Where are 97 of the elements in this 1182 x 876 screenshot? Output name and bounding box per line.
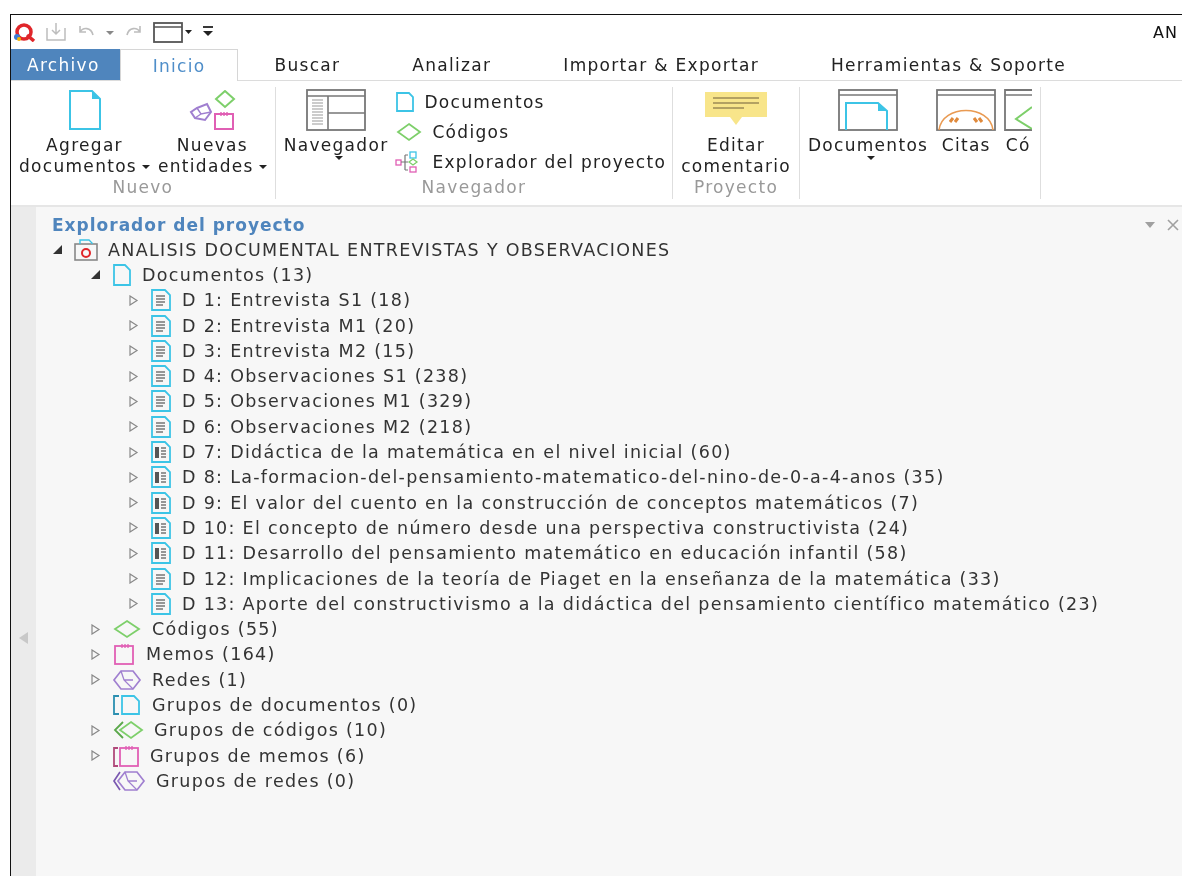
collapsed-arrow-icon[interactable]	[90, 674, 101, 686]
expanded-arrow-icon[interactable]	[52, 244, 63, 256]
collapsed-arrow-icon[interactable]	[128, 395, 139, 407]
tree-item[interactable]: Memos (164)	[90, 641, 1182, 668]
ribbon-button[interactable]: Nuevas entidades	[156, 87, 269, 177]
collapsed-arrow-icon[interactable]	[128, 345, 139, 357]
hexagon-icon	[112, 668, 142, 691]
window-title: AN	[1153, 22, 1178, 42]
tree-item[interactable]: D 3: Entrevista M2 (15)	[128, 338, 1182, 364]
tree-item[interactable]: D 1: Entrevista S1 (18)	[128, 287, 1182, 313]
group-label: Proyecto	[692, 177, 780, 199]
tree-item[interactable]: Redes (1)	[90, 667, 1182, 693]
document-window-icon	[838, 89, 899, 131]
ribbon-button[interactable]: Navegador	[281, 87, 391, 177]
text-document-icon	[150, 289, 172, 312]
close-icon[interactable]	[1166, 218, 1180, 232]
collapsed-arrow-icon[interactable]	[90, 750, 101, 762]
memo-group-icon	[112, 744, 140, 767]
tree-item[interactable]: Grupos de documentos (0)	[90, 692, 1182, 718]
collapsed-arrow-icon[interactable]	[90, 724, 101, 736]
ribbon-button[interactable]: Explorador del proyecto	[394, 149, 667, 175]
collapsed-arrow-icon[interactable]	[128, 471, 139, 483]
collapsed-arrow-icon[interactable]	[128, 320, 139, 332]
codes-window-icon	[1004, 89, 1033, 131]
memo-icon	[112, 643, 136, 666]
code-group-icon	[112, 719, 144, 742]
text-document-icon	[150, 339, 172, 362]
ribbon-tab[interactable]: Buscar	[238, 49, 377, 80]
tree-item[interactable]: D 8: La-formacion-del-pensamiento-matematico-del-nino-de-0-a-4-anos (35)	[128, 464, 1182, 490]
collapsed-arrow-icon[interactable]	[128, 446, 139, 458]
document-icon	[394, 91, 417, 113]
text-document-icon	[150, 415, 172, 438]
group-label: Nuevo	[111, 177, 175, 199]
entities-icon	[187, 90, 238, 130]
pdf-document-icon	[150, 516, 172, 539]
tree-item[interactable]: Grupos de redes (0)	[90, 768, 1182, 794]
tree-item[interactable]: D 6: Observaciones M2 (218)	[128, 414, 1182, 440]
project-folder-icon	[74, 238, 98, 261]
quotes-window-icon	[936, 89, 997, 131]
pdf-document-icon	[150, 542, 172, 565]
ribbon-tab[interactable]: Analizar	[376, 49, 528, 80]
collapsed-arrow-icon[interactable]	[128, 370, 139, 382]
ribbon-button[interactable]: Documentos	[394, 89, 667, 115]
collapsed-arrow-icon[interactable]	[128, 547, 139, 559]
app-logo-icon[interactable]	[13, 22, 37, 42]
text-document-icon	[150, 365, 172, 388]
document-group-icon	[112, 694, 142, 716]
collapsed-arrow-icon[interactable]	[128, 294, 139, 306]
collapsed-arrow-icon[interactable]	[128, 497, 139, 509]
save-icon[interactable]	[45, 22, 67, 42]
diamond-icon	[112, 618, 142, 641]
network-group-icon	[112, 769, 146, 792]
ribbon-button[interactable]: Editar comentario	[679, 87, 793, 177]
tree-item[interactable]: D 7: Didáctica de la matemática en el nivel inicial (60)	[128, 439, 1182, 465]
collapsed-arrow-icon[interactable]	[128, 598, 139, 610]
dropdown-icon[interactable]	[1144, 221, 1156, 229]
panel-title: Explorador del proyecto	[52, 215, 306, 235]
collapsed-arrow-icon[interactable]	[90, 623, 101, 635]
ribbon-tab[interactable]: Importar & Exportar	[527, 49, 795, 80]
tree-item[interactable]: D 5: Observaciones M1 (329)	[128, 388, 1182, 415]
pdf-document-icon	[150, 466, 172, 489]
tree-item[interactable]: D 11: Desarrollo del pensamiento matemático en educación infantil (58)	[128, 540, 1182, 566]
pdf-document-icon	[150, 441, 172, 463]
tree-item[interactable]: Grupos de códigos (10)	[90, 717, 1182, 743]
tree-item[interactable]: D 4: Observaciones S1 (238)	[128, 363, 1182, 389]
collapsed-arrow-icon[interactable]	[128, 522, 139, 534]
tree-item[interactable]: D 13: Aporte del constructivismo a la didáctica del pensamiento científico matemático (23)	[128, 591, 1182, 617]
navigator-window-icon	[306, 89, 367, 131]
group-label: Navegador	[420, 177, 528, 199]
text-document-icon	[150, 314, 172, 337]
ribbon-button[interactable]: Agregar documentos	[17, 87, 153, 177]
window-layout-icon[interactable]	[153, 21, 193, 43]
tree-item[interactable]: D 2: Entrevista M1 (20)	[128, 312, 1182, 339]
collapsed-arrow-icon[interactable]	[128, 421, 139, 433]
pdf-document-icon	[150, 491, 172, 514]
tree-item[interactable]: Documentos (13)	[90, 262, 1182, 288]
tree-item[interactable]: D 10: El concepto de número desde una perspectiva constructivista (24)	[128, 515, 1182, 541]
tree-item[interactable]: D 12: Implicaciones de la teoría de Piaget en la enseñanza de la matemática (33)	[128, 565, 1182, 592]
ribbon-button[interactable]: Documentos	[805, 87, 931, 177]
collapsed-arrow-icon[interactable]	[90, 648, 101, 660]
tree-item[interactable]: ANALISIS DOCUMENTAL ENTREVISTAS Y OBSERVACIONES	[52, 237, 1182, 263]
text-document-icon	[150, 567, 172, 590]
customize-toolbar-icon[interactable]	[201, 25, 215, 39]
ribbon-button[interactable]: Có	[1002, 87, 1035, 177]
ribbon-button[interactable]: Citas	[934, 87, 999, 177]
tree-item[interactable]: D 9: El valor del cuento en la construcción de conceptos matemáticos (7)	[128, 489, 1182, 516]
tree-item[interactable]: Grupos de memos (6)	[90, 742, 1182, 769]
ribbon-tab[interactable]: Herramientas & Soporte	[794, 49, 1102, 80]
ribbon-button[interactable]: Códigos	[394, 119, 667, 145]
document-icon	[112, 263, 132, 286]
tree-item[interactable]: Códigos (55)	[90, 616, 1182, 642]
document-icon	[66, 90, 103, 130]
expanded-arrow-icon[interactable]	[90, 269, 101, 281]
text-document-icon	[150, 592, 172, 615]
file-tab[interactable]: Archivo	[11, 49, 120, 80]
text-document-icon	[150, 390, 172, 413]
collapsed-arrow-icon[interactable]	[128, 573, 139, 584]
